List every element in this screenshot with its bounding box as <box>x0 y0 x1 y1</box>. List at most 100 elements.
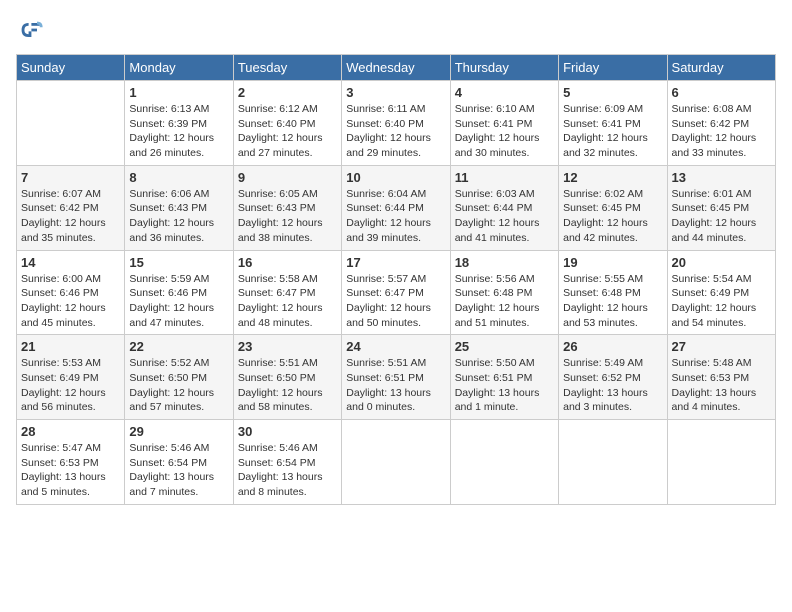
day-info: Sunrise: 6:05 AM Sunset: 6:43 PM Dayligh… <box>238 187 337 246</box>
day-number: 4 <box>455 85 554 100</box>
day-number: 21 <box>21 339 120 354</box>
day-info: Sunrise: 5:46 AM Sunset: 6:54 PM Dayligh… <box>238 441 337 500</box>
day-info: Sunrise: 6:12 AM Sunset: 6:40 PM Dayligh… <box>238 102 337 161</box>
day-number: 28 <box>21 424 120 439</box>
day-number: 1 <box>129 85 228 100</box>
week-row-4: 21Sunrise: 5:53 AM Sunset: 6:49 PM Dayli… <box>17 335 776 420</box>
day-info: Sunrise: 6:03 AM Sunset: 6:44 PM Dayligh… <box>455 187 554 246</box>
day-info: Sunrise: 6:02 AM Sunset: 6:45 PM Dayligh… <box>563 187 662 246</box>
day-number: 23 <box>238 339 337 354</box>
day-number: 11 <box>455 170 554 185</box>
calendar-cell: 15Sunrise: 5:59 AM Sunset: 6:46 PM Dayli… <box>125 250 233 335</box>
calendar-cell: 1 Sunrise: 6:13 AM Sunset: 6:39 PM Daylig… <box>125 81 233 166</box>
day-info: Sunrise: 5:57 AM Sunset: 6:47 PM Dayligh… <box>346 272 445 331</box>
col-saturday: Saturday <box>667 55 775 81</box>
day-number: 20 <box>672 255 771 270</box>
page-header <box>16 16 776 44</box>
calendar-cell: 20 Sunrise: 5:54 AM Sunset: 6:49 PM Dayli… <box>667 250 775 335</box>
calendar-body: 1 Sunrise: 6:13 AM Sunset: 6:39 PM Daylig… <box>17 81 776 505</box>
calendar-cell: 17 Sunrise: 5:57 AM Sunset: 6:47 PM Dayli… <box>342 250 450 335</box>
calendar-table: Sunday Monday Tuesday Wednesday Thursday… <box>16 54 776 505</box>
day-info: Sunrise: 5:51 AM Sunset: 6:50 PM Dayligh… <box>238 356 337 415</box>
calendar-cell: 6 Sunrise: 6:08 AM Sunset: 6:42 PM Daylig… <box>667 81 775 166</box>
logo-icon <box>16 16 44 44</box>
day-info: Sunrise: 5:54 AM Sunset: 6:49 PM Dayligh… <box>672 272 771 331</box>
col-sunday: Sunday <box>17 55 125 81</box>
week-row-2: 7 Sunrise: 6:07 AM Sunset: 6:42 PM Daylig… <box>17 165 776 250</box>
day-number: 16 <box>238 255 337 270</box>
calendar-cell: 11 Sunrise: 6:03 AM Sunset: 6:44 PM Dayli… <box>450 165 558 250</box>
day-info: Sunrise: 6:11 AM Sunset: 6:40 PM Dayligh… <box>346 102 445 161</box>
week-row-3: 14 Sunrise: 6:00 AM Sunset: 6:46 PM Dayli… <box>17 250 776 335</box>
week-row-5: 28 Sunrise: 5:47 AM Sunset: 6:53 PM Dayli… <box>17 420 776 505</box>
calendar-cell <box>450 420 558 505</box>
day-number: 24 <box>346 339 445 354</box>
day-info: Sunrise: 5:58 AM Sunset: 6:47 PM Dayligh… <box>238 272 337 331</box>
day-number: 8 <box>129 170 228 185</box>
calendar-cell <box>17 81 125 166</box>
calendar-cell: 2Sunrise: 6:12 AM Sunset: 6:40 PM Daylig… <box>233 81 341 166</box>
day-number: 5 <box>563 85 662 100</box>
calendar-cell: 4 Sunrise: 6:10 AM Sunset: 6:41 PM Daylig… <box>450 81 558 166</box>
day-info: Sunrise: 6:08 AM Sunset: 6:42 PM Dayligh… <box>672 102 771 161</box>
calendar-cell: 27Sunrise: 5:48 AM Sunset: 6:53 PM Dayli… <box>667 335 775 420</box>
calendar-cell: 8 Sunrise: 6:06 AM Sunset: 6:43 PM Daylig… <box>125 165 233 250</box>
calendar-cell <box>667 420 775 505</box>
day-info: Sunrise: 6:01 AM Sunset: 6:45 PM Dayligh… <box>672 187 771 246</box>
day-number: 10 <box>346 170 445 185</box>
day-info: Sunrise: 6:00 AM Sunset: 6:46 PM Dayligh… <box>21 272 120 331</box>
day-number: 7 <box>21 170 120 185</box>
day-info: Sunrise: 6:04 AM Sunset: 6:44 PM Dayligh… <box>346 187 445 246</box>
calendar-cell: 26 Sunrise: 5:49 AM Sunset: 6:52 PM Dayli… <box>559 335 667 420</box>
day-info: Sunrise: 5:47 AM Sunset: 6:53 PM Dayligh… <box>21 441 120 500</box>
day-number: 26 <box>563 339 662 354</box>
day-info: Sunrise: 5:48 AM Sunset: 6:53 PM Dayligh… <box>672 356 771 415</box>
day-number: 22 <box>129 339 228 354</box>
calendar-cell: 5 Sunrise: 6:09 AM Sunset: 6:41 PM Daylig… <box>559 81 667 166</box>
calendar-cell: 16 Sunrise: 5:58 AM Sunset: 6:47 PM Dayli… <box>233 250 341 335</box>
day-number: 29 <box>129 424 228 439</box>
day-number: 15 <box>129 255 228 270</box>
logo <box>16 16 48 44</box>
day-number: 19 <box>563 255 662 270</box>
day-info: Sunrise: 5:49 AM Sunset: 6:52 PM Dayligh… <box>563 356 662 415</box>
day-info: Sunrise: 5:50 AM Sunset: 6:51 PM Dayligh… <box>455 356 554 415</box>
calendar-cell <box>342 420 450 505</box>
col-monday: Monday <box>125 55 233 81</box>
calendar-cell: 19 Sunrise: 5:55 AM Sunset: 6:48 PM Dayli… <box>559 250 667 335</box>
calendar-cell: 18 Sunrise: 5:56 AM Sunset: 6:48 PM Dayli… <box>450 250 558 335</box>
day-number: 6 <box>672 85 771 100</box>
day-info: Sunrise: 6:10 AM Sunset: 6:41 PM Dayligh… <box>455 102 554 161</box>
day-number: 25 <box>455 339 554 354</box>
day-info: Sunrise: 5:55 AM Sunset: 6:48 PM Dayligh… <box>563 272 662 331</box>
day-number: 17 <box>346 255 445 270</box>
calendar-cell: 29 Sunrise: 5:46 AM Sunset: 6:54 PM Dayli… <box>125 420 233 505</box>
day-number: 9 <box>238 170 337 185</box>
day-info: Sunrise: 6:13 AM Sunset: 6:39 PM Dayligh… <box>129 102 228 161</box>
header-row: Sunday Monday Tuesday Wednesday Thursday… <box>17 55 776 81</box>
calendar-header: Sunday Monday Tuesday Wednesday Thursday… <box>17 55 776 81</box>
day-info: Sunrise: 5:56 AM Sunset: 6:48 PM Dayligh… <box>455 272 554 331</box>
day-info: Sunrise: 6:07 AM Sunset: 6:42 PM Dayligh… <box>21 187 120 246</box>
day-info: Sunrise: 6:09 AM Sunset: 6:41 PM Dayligh… <box>563 102 662 161</box>
day-number: 3 <box>346 85 445 100</box>
calendar-cell: 14 Sunrise: 6:00 AM Sunset: 6:46 PM Dayli… <box>17 250 125 335</box>
calendar-cell: 22Sunrise: 5:52 AM Sunset: 6:50 PM Dayli… <box>125 335 233 420</box>
week-row-1: 1 Sunrise: 6:13 AM Sunset: 6:39 PM Daylig… <box>17 81 776 166</box>
calendar-cell: 30 Sunrise: 5:46 AM Sunset: 6:54 PM Dayli… <box>233 420 341 505</box>
col-tuesday: Tuesday <box>233 55 341 81</box>
calendar-cell: 12Sunrise: 6:02 AM Sunset: 6:45 PM Dayli… <box>559 165 667 250</box>
day-number: 14 <box>21 255 120 270</box>
calendar-cell <box>559 420 667 505</box>
calendar-cell: 10 Sunrise: 6:04 AM Sunset: 6:44 PM Dayli… <box>342 165 450 250</box>
day-info: Sunrise: 5:51 AM Sunset: 6:51 PM Dayligh… <box>346 356 445 415</box>
calendar-cell: 21Sunrise: 5:53 AM Sunset: 6:49 PM Dayli… <box>17 335 125 420</box>
calendar-cell: 23 Sunrise: 5:51 AM Sunset: 6:50 PM Dayli… <box>233 335 341 420</box>
day-info: Sunrise: 5:46 AM Sunset: 6:54 PM Dayligh… <box>129 441 228 500</box>
day-info: Sunrise: 6:06 AM Sunset: 6:43 PM Dayligh… <box>129 187 228 246</box>
day-number: 18 <box>455 255 554 270</box>
day-number: 30 <box>238 424 337 439</box>
col-friday: Friday <box>559 55 667 81</box>
calendar-cell: 3 Sunrise: 6:11 AM Sunset: 6:40 PM Daylig… <box>342 81 450 166</box>
calendar-cell: 7 Sunrise: 6:07 AM Sunset: 6:42 PM Daylig… <box>17 165 125 250</box>
